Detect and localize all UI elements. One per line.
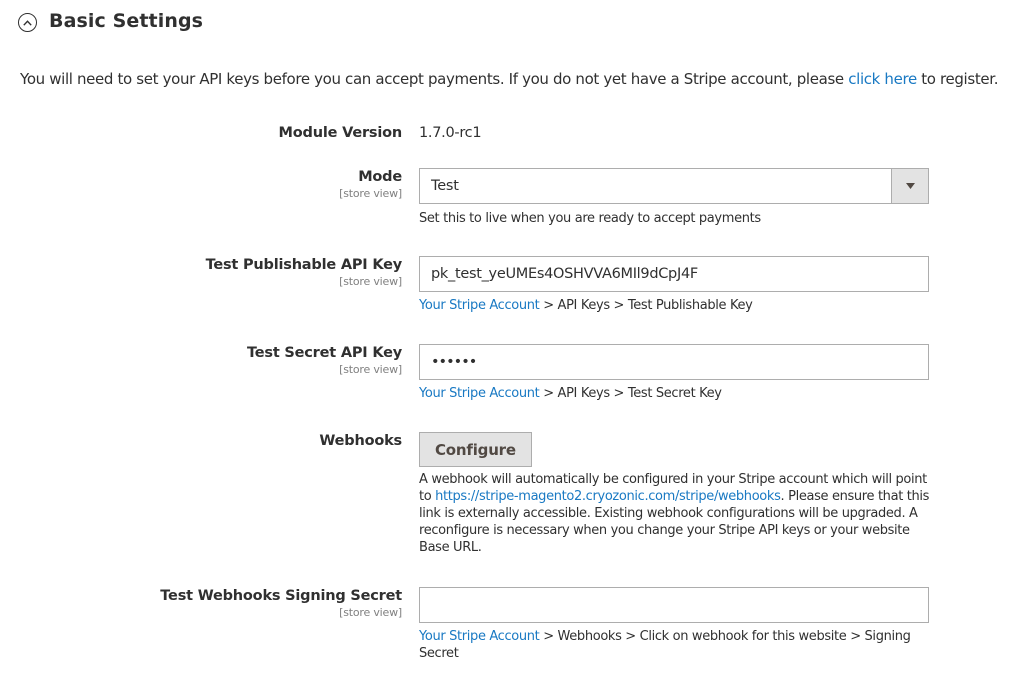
- secret-key-label: Test Secret API Key: [246, 345, 402, 361]
- publishable-key-scope: [store view]: [339, 275, 402, 288]
- webhooks-note: A webhook will automatically be configur…: [419, 471, 931, 556]
- webhooks-label: Webhooks: [319, 433, 402, 449]
- intro-text: You will need to set your API keys befor…: [20, 70, 998, 88]
- stripe-account-link[interactable]: Your Stripe Account: [419, 629, 540, 644]
- value-column: Test Set this to live when you are ready…: [419, 168, 929, 227]
- chevron-up-circle-icon[interactable]: [18, 13, 37, 32]
- publishable-key-input[interactable]: [419, 256, 929, 292]
- intro-text-before: You will need to set your API keys befor…: [20, 70, 849, 88]
- secret-key-input[interactable]: [419, 344, 929, 380]
- label-column: Test Webhooks Signing Secret [store view…: [160, 587, 402, 620]
- value-column: Configure A webhook will automatically b…: [419, 432, 929, 556]
- signing-secret-label: Test Webhooks Signing Secret: [160, 588, 402, 604]
- signing-secret-scope: [store view]: [339, 606, 402, 619]
- mode-selected-value: Test: [431, 178, 459, 194]
- section-header-basic-settings[interactable]: Basic Settings: [18, 10, 203, 32]
- label-column: Module Version: [278, 124, 403, 142]
- label-column: Mode [store view]: [339, 168, 402, 201]
- label-column: Webhooks: [319, 432, 402, 450]
- mode-select[interactable]: Test: [419, 168, 929, 204]
- label-column: Test Secret API Key [store view]: [247, 344, 402, 377]
- mode-scope: [store view]: [339, 187, 402, 200]
- configure-webhooks-button[interactable]: Configure: [419, 432, 532, 467]
- label-column: Test Publishable API Key [store view]: [205, 256, 403, 289]
- value-column: Your Stripe Account > API Keys > Test Pu…: [419, 256, 929, 314]
- register-link[interactable]: click here: [848, 70, 917, 88]
- publishable-key-note: Your Stripe Account > API Keys > Test Pu…: [419, 297, 929, 314]
- secret-key-note: Your Stripe Account > API Keys > Test Se…: [419, 385, 929, 402]
- mode-label: Mode: [358, 169, 402, 185]
- webhook-url-link[interactable]: https://stripe-magento2.cryozonic.com/st…: [435, 489, 781, 504]
- value-column: 1.7.0-rc1: [419, 124, 929, 142]
- signing-secret-input[interactable]: [419, 587, 929, 623]
- publishable-key-label: Test Publishable API Key: [205, 257, 403, 273]
- secret-key-note-text: > API Keys > Test Secret Key: [539, 386, 722, 401]
- section-title: Basic Settings: [49, 10, 204, 32]
- module-version-label: Module Version: [278, 125, 403, 141]
- module-version-value: 1.7.0-rc1: [419, 125, 482, 141]
- secret-key-scope: [store view]: [339, 363, 402, 376]
- value-column: Your Stripe Account > Webhooks > Click o…: [419, 587, 929, 662]
- value-column: Your Stripe Account > API Keys > Test Se…: [419, 344, 929, 402]
- intro-text-after: to register.: [916, 70, 999, 88]
- stripe-account-link[interactable]: Your Stripe Account: [419, 298, 540, 313]
- publishable-key-note-text: > API Keys > Test Publishable Key: [539, 298, 753, 313]
- signing-secret-note: Your Stripe Account > Webhooks > Click o…: [419, 628, 919, 662]
- stripe-account-link[interactable]: Your Stripe Account: [419, 386, 540, 401]
- triangle-down-icon[interactable]: [891, 169, 928, 203]
- mode-note: Set this to live when you are ready to a…: [419, 211, 761, 226]
